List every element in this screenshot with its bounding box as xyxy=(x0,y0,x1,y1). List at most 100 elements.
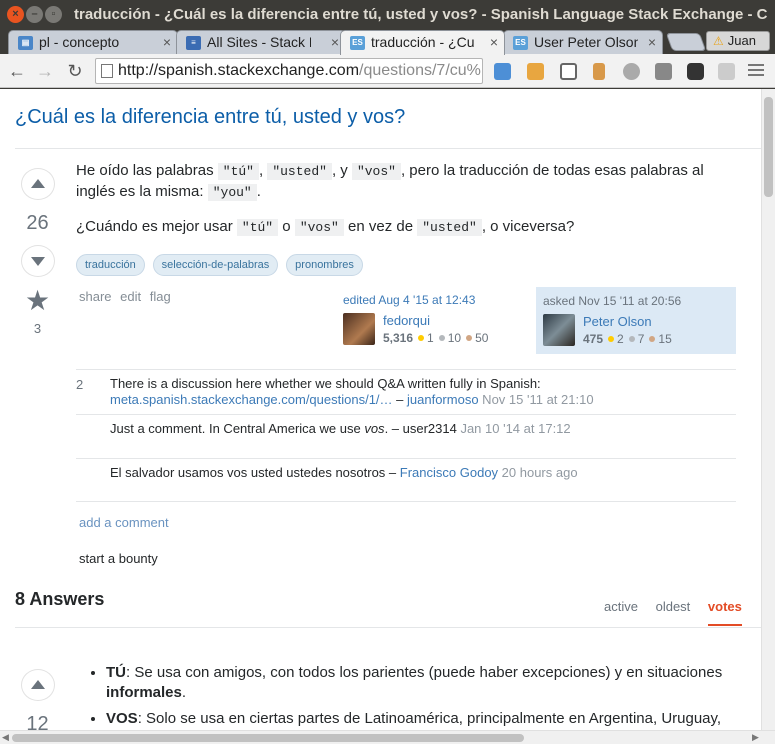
question-paragraph-2: ¿Cuándo es mejor usar "tú" o "vos" en ve… xyxy=(76,218,575,236)
menu-icon[interactable] xyxy=(748,64,764,79)
tag-pronombres[interactable]: pronombres xyxy=(286,254,363,276)
scroll-right-icon[interactable]: ▶ xyxy=(752,732,759,743)
tab-user-peter-olson[interactable]: ES User Peter Olson × xyxy=(503,30,663,54)
comment-user[interactable]: Francisco Godoy xyxy=(400,465,498,480)
edit-link[interactable]: edit xyxy=(120,289,141,304)
tab-traduccion[interactable]: ES traducción - ¿Cu × xyxy=(340,30,505,55)
comment: El salvador usamos vos usted ustedes nos… xyxy=(76,458,736,502)
url-host: http://spanish.stackexchange.com xyxy=(118,62,360,79)
downvote-button[interactable] xyxy=(20,245,55,277)
list-item: VOS: Solo se usa en ciertas partes de La… xyxy=(106,709,728,729)
answer-body: TÚ: Se usa con amigos, con todos los par… xyxy=(88,663,728,730)
comment-text: El salvador usamos vos usted ustedes nos… xyxy=(110,465,386,480)
close-icon[interactable]: × xyxy=(331,31,339,53)
horizontal-scrollbar[interactable]: ◀ ▶ xyxy=(0,730,775,744)
close-icon[interactable]: × xyxy=(490,31,498,53)
editor-reputation: 5,316 1 10 50 xyxy=(383,331,489,345)
forward-button[interactable]: → xyxy=(34,60,56,82)
close-icon[interactable]: × xyxy=(163,31,171,53)
divider xyxy=(15,148,761,149)
comment-user[interactable]: juanformoso xyxy=(407,392,479,407)
vertical-scrollbar[interactable] xyxy=(761,89,775,730)
avatar[interactable] xyxy=(543,314,575,346)
scrollbar-thumb[interactable] xyxy=(12,734,524,742)
answer-vote-cell: 12 xyxy=(15,669,60,730)
comment-link[interactable]: meta.spanish.stackexchange.com/questions… xyxy=(110,392,393,407)
code-usted: "usted" xyxy=(267,163,332,180)
window-maximize-button[interactable]: ▫ xyxy=(45,6,62,23)
extension-circle-icon[interactable] xyxy=(623,63,640,80)
reload-button[interactable]: ↻ xyxy=(64,60,86,82)
comment-text: There is a discussion here whether we sh… xyxy=(110,376,541,391)
address-bar[interactable]: http://spanish.stackexchange.com/questio… xyxy=(95,58,483,84)
vote-count: 26 xyxy=(26,212,49,234)
code-tu: "tú" xyxy=(236,219,279,236)
tab-pl-concepto[interactable]: ▤ pl - concepto × xyxy=(8,30,178,54)
new-tab-button[interactable] xyxy=(665,33,707,51)
tag-traduccion[interactable]: traducción xyxy=(76,254,145,276)
tab-strip: ▤ pl - concepto × ≡ All Sites - Stack E … xyxy=(0,29,775,55)
doc-icon: ▤ xyxy=(18,36,33,50)
window-minimize-button[interactable]: – xyxy=(26,6,43,23)
comment-date: Jan 10 '14 at 17:12 xyxy=(456,421,571,436)
favorite-star-icon[interactable]: ★ xyxy=(15,287,60,315)
tab-active[interactable]: active xyxy=(604,599,638,624)
back-button[interactable]: ← xyxy=(6,60,28,82)
window-title: traducción - ¿Cuál es la diferencia entr… xyxy=(74,6,768,23)
upvote-button[interactable] xyxy=(20,168,55,200)
comment: Just a comment. In Central America we us… xyxy=(76,414,736,458)
page-viewport: ¿Cuál es la diferencia entre tú, usted y… xyxy=(0,89,761,730)
tab-all-sites[interactable]: ≡ All Sites - Stack E × xyxy=(176,30,346,54)
add-comment-link[interactable]: add a comment xyxy=(79,515,169,530)
extension-puzzle-icon[interactable] xyxy=(655,63,672,80)
url-path: /questions/7/cu% xyxy=(359,62,481,79)
comment-text: Just a comment. In Central America we us… xyxy=(110,421,365,436)
scroll-left-icon[interactable]: ◀ xyxy=(2,732,9,743)
code-you: "you" xyxy=(207,184,257,201)
upvote-button[interactable] xyxy=(20,669,55,701)
question-title[interactable]: ¿Cuál es la diferencia entre tú, usted y… xyxy=(15,106,405,129)
window-titlebar: × – ▫ traducción - ¿Cuál es la diferenci… xyxy=(0,0,775,29)
question-vote-cell: 26 ★ 3 xyxy=(15,168,60,336)
close-icon[interactable]: × xyxy=(648,31,656,53)
extension-grey-icon[interactable] xyxy=(718,63,735,80)
avatar[interactable] xyxy=(343,313,375,345)
extension-tool-icon[interactable] xyxy=(593,63,605,80)
tab-label: User Peter Olson xyxy=(534,34,638,50)
start-bounty-link[interactable]: start a bounty xyxy=(79,551,158,566)
vote-count: 12 xyxy=(26,713,49,730)
asked-timestamp: asked Nov 15 '11 at 20:56 xyxy=(543,294,682,308)
tag-seleccion-de-palabras[interactable]: selección-de-palabras xyxy=(152,254,279,276)
editor-username[interactable]: fedorqui xyxy=(383,313,430,328)
asker-signature: asked Nov 15 '11 at 20:56 Peter Olson 47… xyxy=(536,287,736,354)
comment-date: 20 hours ago xyxy=(498,465,578,480)
flag-link[interactable]: flag xyxy=(150,289,171,304)
list-item: TÚ: Se usa con amigos, con todos los par… xyxy=(106,663,728,703)
comment-date: Nov 15 '11 at 21:10 xyxy=(478,392,594,407)
comment-score: 2 xyxy=(76,377,84,392)
cast-icon[interactable] xyxy=(560,63,577,80)
asker-reputation: 475 2 7 15 xyxy=(583,332,672,346)
asker-username[interactable]: Peter Olson xyxy=(583,314,652,329)
bookmark-icon[interactable] xyxy=(494,63,511,80)
profile-button[interactable]: ⚠ Juan xyxy=(706,31,770,51)
code-tu: "tú" xyxy=(217,163,259,180)
extension-dark-icon[interactable] xyxy=(687,63,704,80)
window-close-button[interactable]: × xyxy=(7,6,24,23)
tab-votes[interactable]: votes xyxy=(707,599,742,626)
edited-timestamp[interactable]: edited Aug 4 '15 at 12:43 xyxy=(343,293,523,307)
answer-sort-tabs: active oldest votes xyxy=(590,599,742,626)
browser-toolbar: ← → ↻ http://spanish.stackexchange.com/q… xyxy=(0,54,775,88)
extension-box-icon[interactable] xyxy=(527,63,544,80)
es-icon: ES xyxy=(350,36,365,50)
share-link[interactable]: share xyxy=(79,289,112,304)
tab-label: All Sites - Stack E xyxy=(207,34,311,50)
scrollbar-thumb[interactable] xyxy=(764,97,773,197)
divider xyxy=(15,627,761,628)
tab-label: pl - concepto xyxy=(39,34,120,50)
favorite-count: 3 xyxy=(33,321,42,336)
editor-signature: edited Aug 4 '15 at 12:43 fedorqui 5,316… xyxy=(343,293,523,353)
tab-oldest[interactable]: oldest xyxy=(656,599,691,624)
comment: 2 There is a discussion here whether we … xyxy=(76,369,736,414)
page-icon xyxy=(101,64,113,78)
